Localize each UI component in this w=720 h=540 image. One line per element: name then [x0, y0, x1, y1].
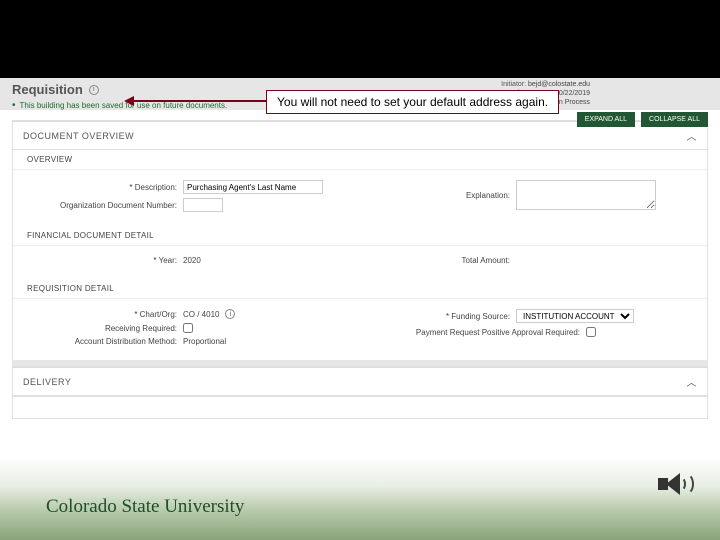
subsection-financial-detail: FINANCIAL DOCUMENT DETAIL [13, 226, 707, 246]
collapse-all-button[interactable]: COLLAPSE ALL [641, 112, 708, 127]
bullet-icon: • [12, 102, 16, 110]
funding-source-select[interactable]: INSTITUTION ACCOUNT [516, 309, 634, 323]
label-payment-request-approval: Payment Request Positive Approval Requir… [360, 328, 580, 337]
delivery-panel: DELIVERY ︿ [12, 366, 708, 397]
csu-logo: Colorado State University [46, 496, 244, 518]
label-receiving-required: Receiving Required: [27, 324, 177, 333]
year-value: 2020 [183, 256, 201, 265]
info-icon[interactable]: i [225, 309, 235, 319]
label-year: Year: [27, 256, 177, 265]
label-description: Description: [27, 183, 177, 192]
receiving-required-checkbox[interactable] [183, 323, 193, 333]
expand-all-button[interactable]: EXPAND ALL [577, 112, 635, 127]
distribution-method-value: Proportional [183, 337, 226, 346]
document-overview-panel: DOCUMENT OVERVIEW ︿ OVERVIEW Description… [12, 120, 708, 360]
footer-band: Colorado State University [0, 456, 720, 540]
label-funding-source: Funding Source: [360, 312, 510, 321]
description-input[interactable] [183, 180, 323, 194]
chevron-up-icon: ︿ [687, 128, 698, 143]
payment-request-approval-checkbox[interactable] [586, 327, 596, 337]
annotation-arrow-line [132, 100, 266, 102]
annotation-callout: You will not need to set your default ad… [266, 90, 559, 114]
org-doc-number-input[interactable] [183, 198, 223, 212]
subsection-overview: OVERVIEW [13, 150, 707, 170]
top-black-bar [0, 0, 720, 78]
section-delivery[interactable]: DELIVERY ︿ [13, 367, 707, 396]
label-chart-org: Chart/Org: [27, 310, 177, 319]
explanation-textarea[interactable] [516, 180, 656, 210]
subsection-requisition-detail: REQUISITION DETAIL [13, 279, 707, 299]
chart-org-value: CO / 4010 [183, 310, 219, 319]
delivery-body [12, 397, 708, 419]
label-total-amount: Total Amount: [360, 256, 510, 265]
label-explanation: Explanation: [360, 191, 510, 200]
speaker-icon [654, 468, 694, 502]
label-org-doc-number: Organization Document Number: [27, 201, 177, 210]
page-title: Requisition [12, 82, 83, 97]
chevron-up-icon: ︿ [687, 374, 698, 389]
info-icon[interactable]: i [89, 85, 99, 95]
label-distribution-method: Account Distribution Method: [27, 337, 177, 346]
